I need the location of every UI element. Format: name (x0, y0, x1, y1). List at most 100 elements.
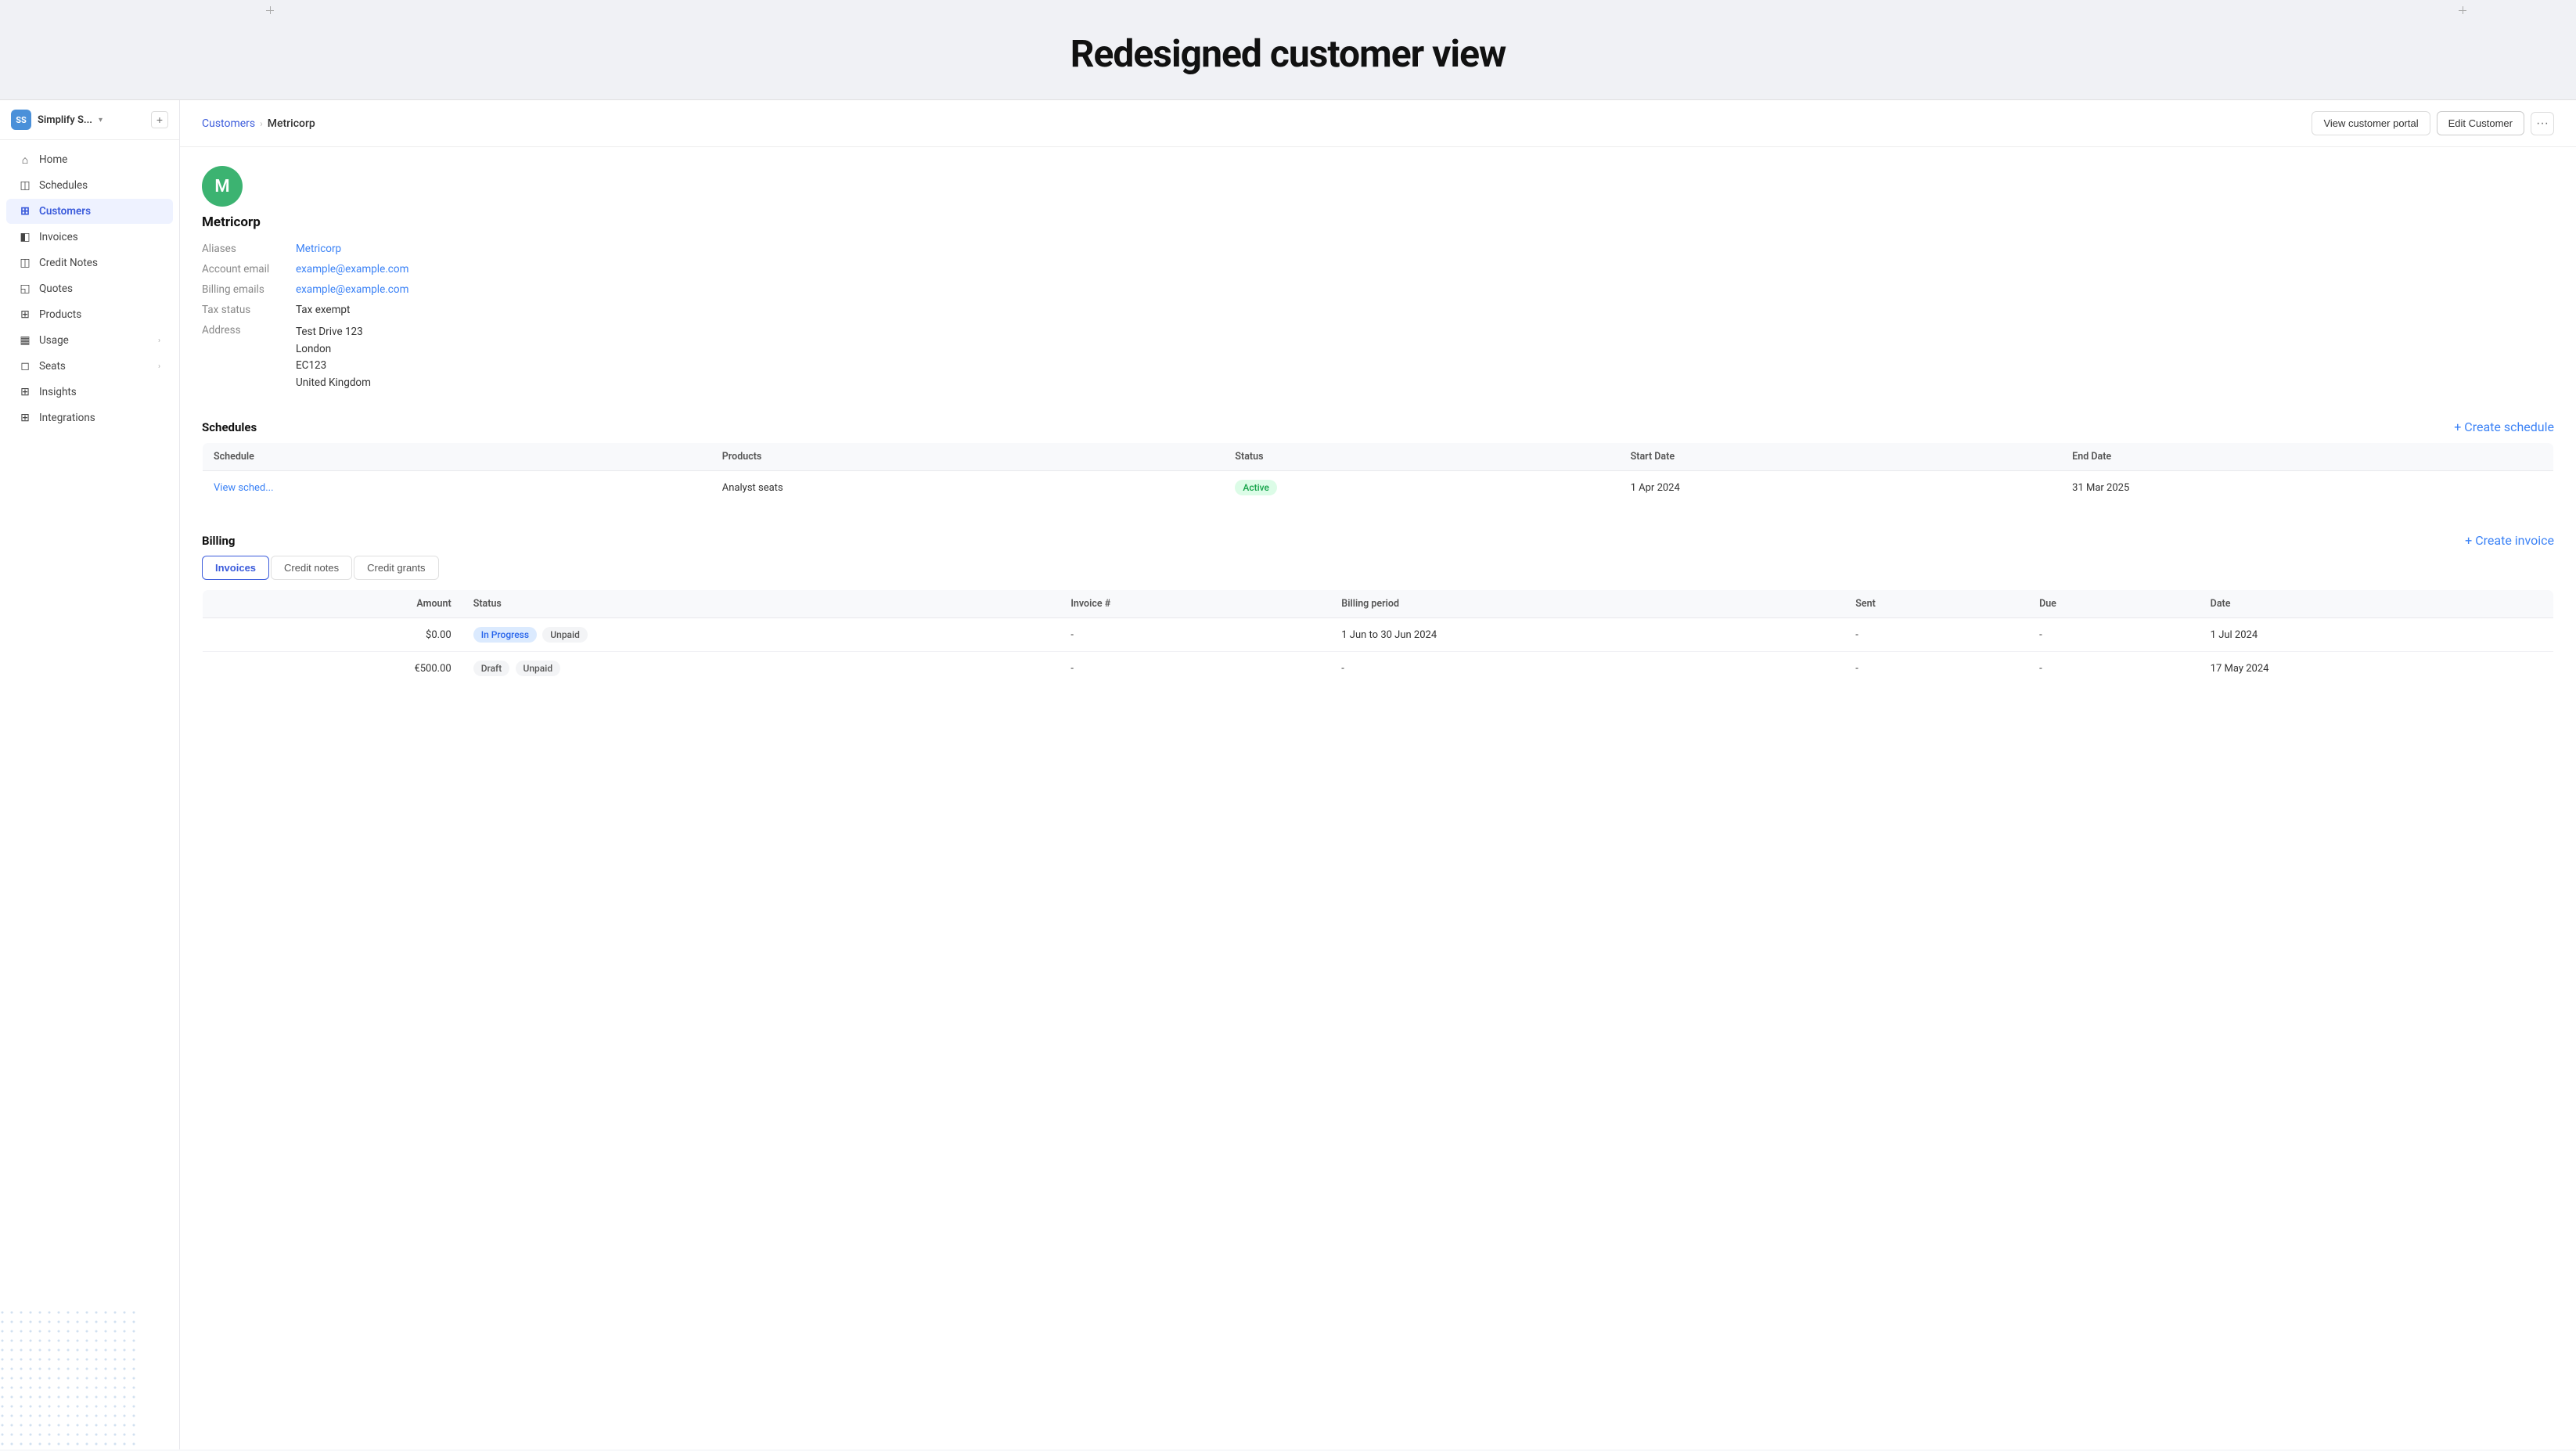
col-sent: Sent (1844, 590, 2028, 618)
nav-icon-credit-notes: ◫ (19, 257, 31, 269)
schedules-header: Schedules + Create schedule (202, 407, 2554, 442)
address-label: Address (202, 324, 296, 391)
schedule-link[interactable]: View sched... (203, 471, 711, 505)
hero-section: Redesigned customer view (0, 0, 2576, 100)
table-row: View sched... Analyst seats Active 1 Apr… (203, 471, 2554, 505)
nav-icon-integrations: ⊞ (19, 412, 31, 424)
sidebar-header: SS Simplify S... ▾ + (0, 100, 179, 140)
billing-header: Billing + Create invoice (202, 520, 2554, 556)
address-value: Test Drive 123 London EC123 United Kingd… (296, 324, 2554, 391)
nav-label-products: Products (39, 308, 160, 321)
nav-label-schedules: Schedules (39, 179, 160, 192)
breadcrumb-separator: › (260, 118, 263, 129)
schedules-section: Schedules + Create schedule Schedule Pro… (180, 407, 2576, 520)
invoice-status: In Progress Unpaid (462, 618, 1060, 652)
sidebar: SS Simplify S... ▾ + ⌂ Home ◫ Schedules … (0, 100, 180, 1449)
invoice-status: Draft Unpaid (462, 652, 1060, 686)
sidebar-item-usage[interactable]: ▦ Usage › (6, 328, 173, 353)
invoice-amount[interactable]: €500.00 (203, 652, 462, 686)
more-options-button[interactable]: ··· (2531, 112, 2554, 135)
tab-credit-grants[interactable]: Credit grants (354, 556, 438, 580)
nav-icon-products: ⊞ (19, 308, 31, 321)
sidebar-item-products[interactable]: ⊞ Products (6, 302, 173, 327)
sidebar-item-seats[interactable]: ◻ Seats › (6, 354, 173, 379)
billing-table: Amount Status Invoice # Billing period S… (202, 589, 2554, 686)
create-invoice-button[interactable]: + Create invoice (2465, 533, 2554, 548)
sidebar-add-button[interactable]: + (151, 111, 168, 128)
billing-period: - (1330, 652, 1844, 686)
sidebar-item-insights[interactable]: ⊞ Insights (6, 380, 173, 405)
billing-title: Billing (202, 534, 235, 548)
sidebar-item-home[interactable]: ⌂ Home (6, 147, 173, 172)
billing-email-value[interactable]: example@example.com (296, 283, 2554, 296)
nav-icon-customers: ⊞ (19, 205, 31, 218)
brand-logo: SS (11, 110, 31, 130)
col-schedule: Schedule (203, 443, 711, 471)
app-container: SS Simplify S... ▾ + ⌂ Home ◫ Schedules … (0, 100, 2576, 1449)
schedules-title: Schedules (202, 420, 257, 434)
brand-chevron-icon: ▾ (99, 116, 103, 124)
create-schedule-button[interactable]: + Create schedule (2454, 419, 2554, 434)
invoice-due: - (2028, 652, 2200, 686)
schedule-products: Analyst seats (711, 471, 1225, 505)
nav-label-integrations: Integrations (39, 412, 160, 424)
sidebar-nav: ⌂ Home ◫ Schedules ⊞ Customers ◧ Invoice… (0, 140, 179, 1449)
invoice-date: 17 May 2024 (2200, 652, 2554, 686)
sidebar-item-credit-notes[interactable]: ◫ Credit Notes (6, 250, 173, 275)
customer-name: Metricorp (202, 214, 2554, 230)
sidebar-item-invoices[interactable]: ◧ Invoices (6, 225, 173, 250)
customer-details: Aliases Metricorp Account email example@… (202, 243, 2554, 391)
invoice-num: - (1060, 618, 1330, 652)
account-email-value[interactable]: example@example.com (296, 263, 2554, 275)
view-portal-button[interactable]: View customer portal (2312, 111, 2430, 135)
nav-label-usage: Usage (39, 334, 150, 347)
sidebar-item-customers[interactable]: ⊞ Customers (6, 199, 173, 224)
header-actions: View customer portal Edit Customer ··· (2312, 111, 2554, 135)
invoice-sent: - (1844, 652, 2028, 686)
edit-customer-button[interactable]: Edit Customer (2437, 111, 2524, 135)
nav-icon-quotes: ◱ (19, 283, 31, 295)
invoice-sent: - (1844, 618, 2028, 652)
billing-section: Billing + Create invoice Invoices Credit… (180, 520, 2576, 701)
nav-icon-seats: ◻ (19, 360, 31, 373)
tab-credit-notes[interactable]: Credit notes (271, 556, 352, 580)
nav-icon-home: ⌂ (19, 153, 31, 166)
billing-tabs: Invoices Credit notes Credit grants (202, 556, 2554, 580)
col-billing-period: Billing period (1330, 590, 1844, 618)
nav-icon-usage: ▦ (19, 334, 31, 347)
invoice-due: - (2028, 618, 2200, 652)
sidebar-item-schedules[interactable]: ◫ Schedules (6, 173, 173, 198)
schedule-status: Active (1224, 471, 1619, 505)
nav-label-invoices: Invoices (39, 231, 160, 243)
sidebar-item-integrations[interactable]: ⊞ Integrations (6, 405, 173, 430)
billing-emails-label: Billing emails (202, 283, 296, 296)
tab-invoices[interactable]: Invoices (202, 556, 269, 580)
nav-label-credit-notes: Credit Notes (39, 257, 160, 269)
invoice-amount[interactable]: $0.00 (203, 618, 462, 652)
brand-name: Simplify S... (38, 114, 92, 126)
col-amount: Amount (203, 590, 462, 618)
page-header: Customers › Metricorp View customer port… (180, 100, 2576, 147)
nav-label-seats: Seats (39, 360, 150, 373)
invoice-num: - (1060, 652, 1330, 686)
tax-status-value: Tax exempt (296, 304, 2554, 316)
nav-chevron-icon: › (158, 362, 160, 371)
breadcrumb: Customers › Metricorp (202, 117, 315, 130)
col-end-date: End Date (2061, 443, 2553, 471)
account-email-label: Account email (202, 263, 296, 275)
customer-profile: M Metricorp Aliases Metricorp Account em… (180, 147, 2576, 407)
nav-chevron-icon: › (158, 337, 160, 345)
col-status: Status (1224, 443, 1619, 471)
col-due: Due (2028, 590, 2200, 618)
table-row: €500.00 Draft Unpaid - - - - 17 May 2024 (203, 652, 2554, 686)
aliases-value[interactable]: Metricorp (296, 243, 2554, 255)
nav-label-quotes: Quotes (39, 283, 160, 295)
col-products: Products (711, 443, 1225, 471)
breadcrumb-parent[interactable]: Customers (202, 117, 255, 130)
brand[interactable]: SS Simplify S... ▾ (11, 110, 103, 130)
nav-label-customers: Customers (39, 205, 160, 218)
aliases-label: Aliases (202, 243, 296, 255)
nav-icon-schedules: ◫ (19, 179, 31, 192)
tax-status-label: Tax status (202, 304, 296, 316)
sidebar-item-quotes[interactable]: ◱ Quotes (6, 276, 173, 301)
